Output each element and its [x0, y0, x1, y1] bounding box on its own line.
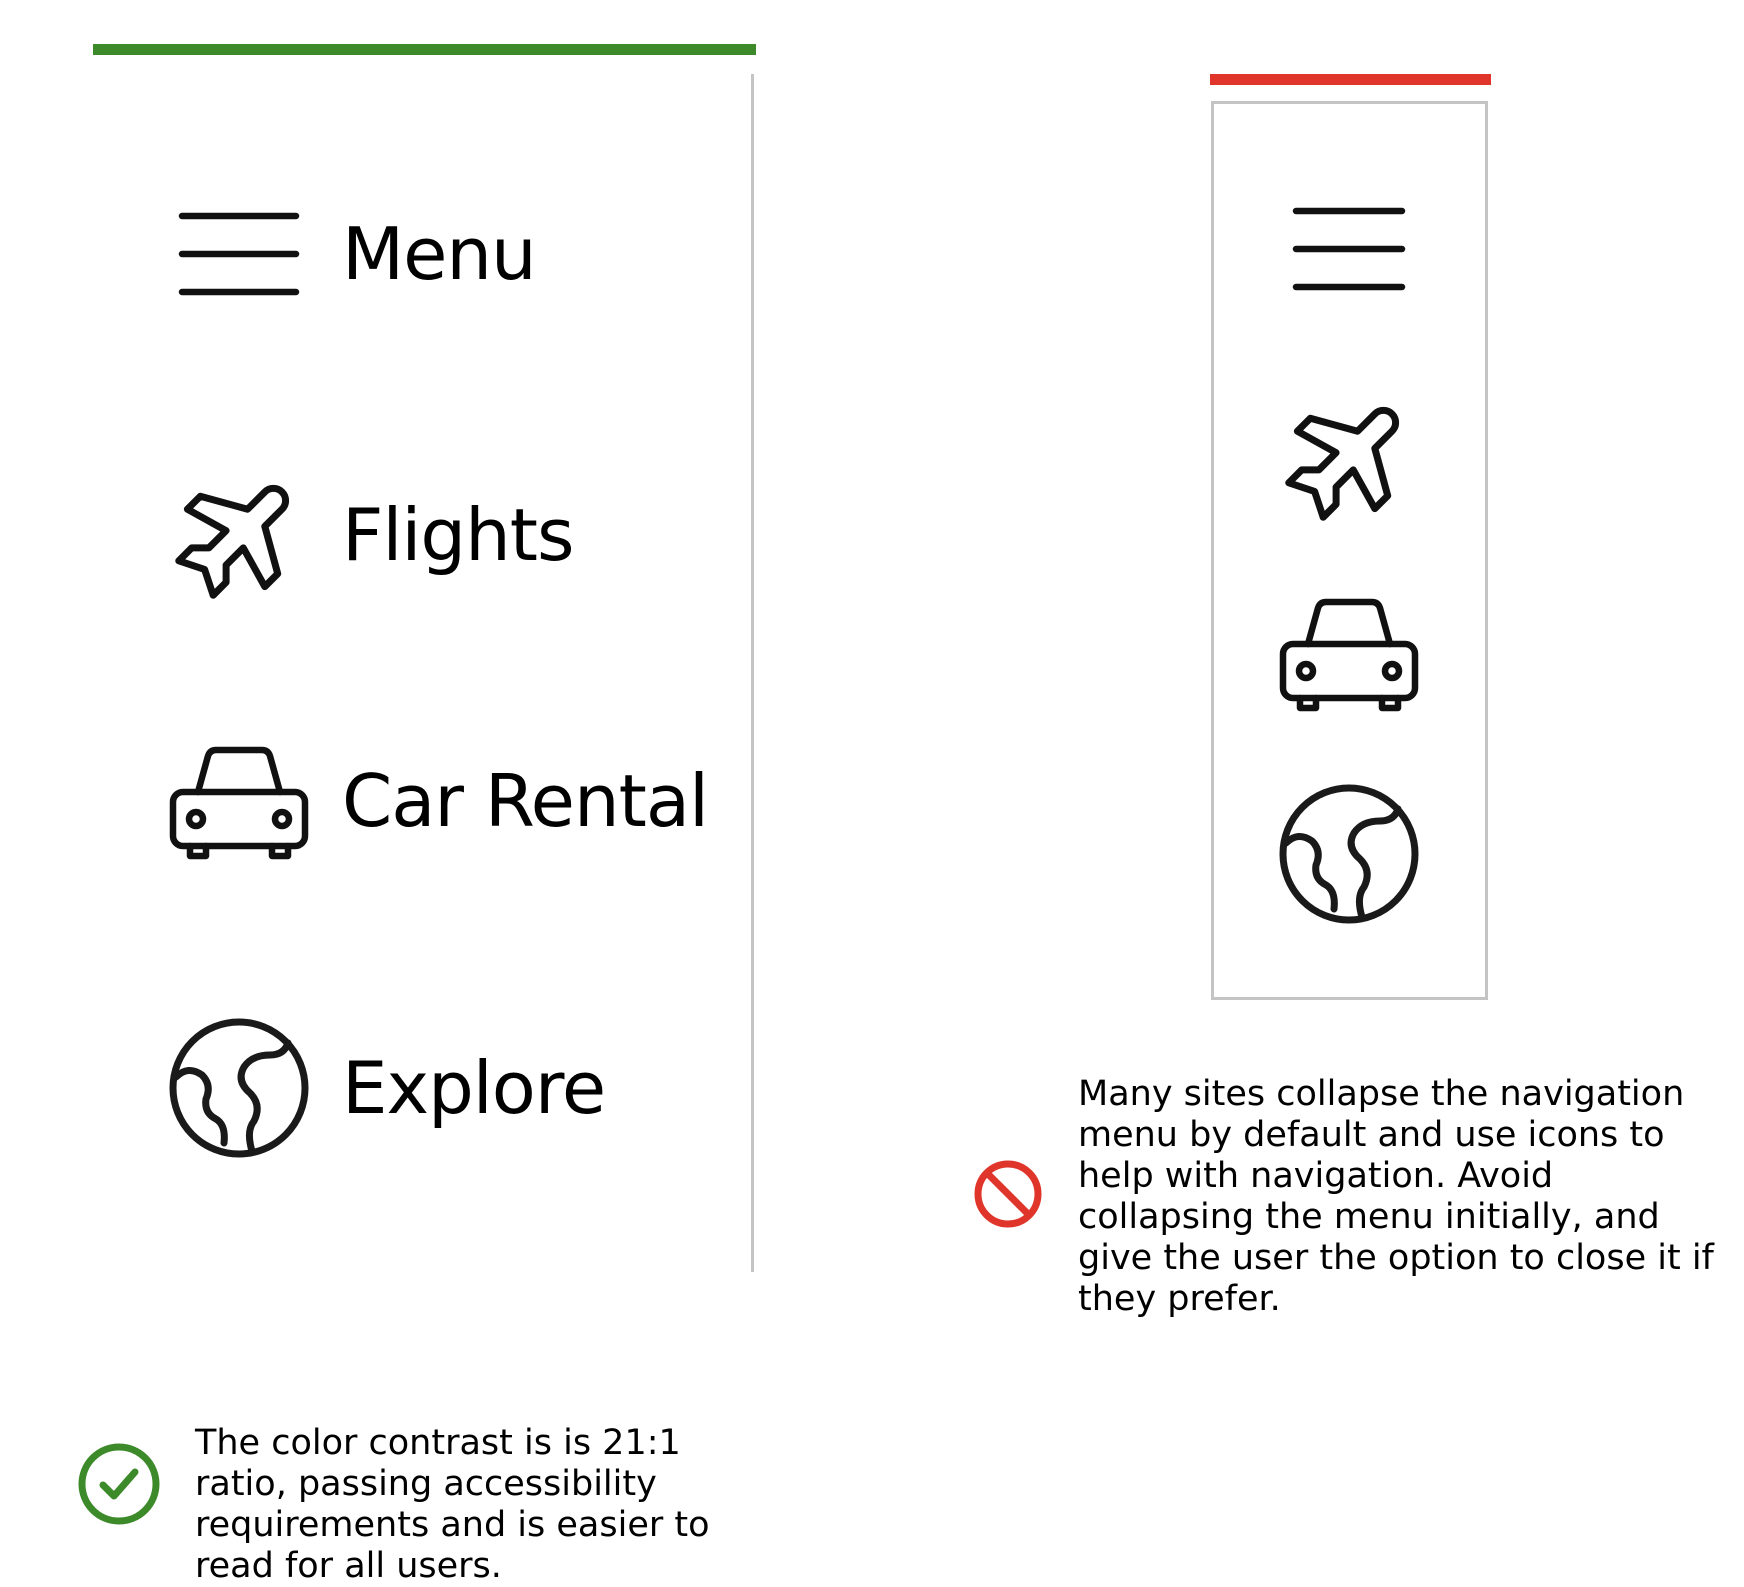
nav-label-car-rental: Car Rental [342, 759, 709, 843]
collapsed-nav-note: Many sites collapse the navigation menu … [1078, 1074, 1714, 1319]
globe-icon [166, 1015, 312, 1161]
nav-item-explore[interactable]: Explore [166, 1015, 606, 1161]
nav-panel-divider [751, 74, 754, 1272]
nav-item-menu[interactable]: Menu [166, 181, 537, 327]
nav-item-flights[interactable]: Flights [166, 462, 574, 608]
hamburger-menu-icon[interactable] [1276, 190, 1422, 314]
nav-label-menu: Menu [342, 212, 537, 296]
car-icon [166, 728, 312, 874]
nav-label-explore: Explore [342, 1046, 606, 1130]
hamburger-menu-icon [166, 181, 312, 327]
nav-label-flights: Flights [342, 493, 574, 577]
globe-icon[interactable] [1276, 781, 1422, 927]
airplane-icon[interactable] [1276, 384, 1422, 530]
bad-example-accent-bar [1210, 74, 1491, 85]
good-example-accent-bar [93, 44, 756, 55]
prohibited-icon [974, 1160, 1042, 1228]
contrast-note: The color contrast is is 21:1 ratio, pas… [195, 1423, 710, 1586]
checkmark-circle-icon [78, 1443, 160, 1525]
car-icon[interactable] [1276, 580, 1422, 726]
nav-item-car-rental[interactable]: Car Rental [166, 728, 709, 874]
airplane-icon [166, 462, 312, 608]
